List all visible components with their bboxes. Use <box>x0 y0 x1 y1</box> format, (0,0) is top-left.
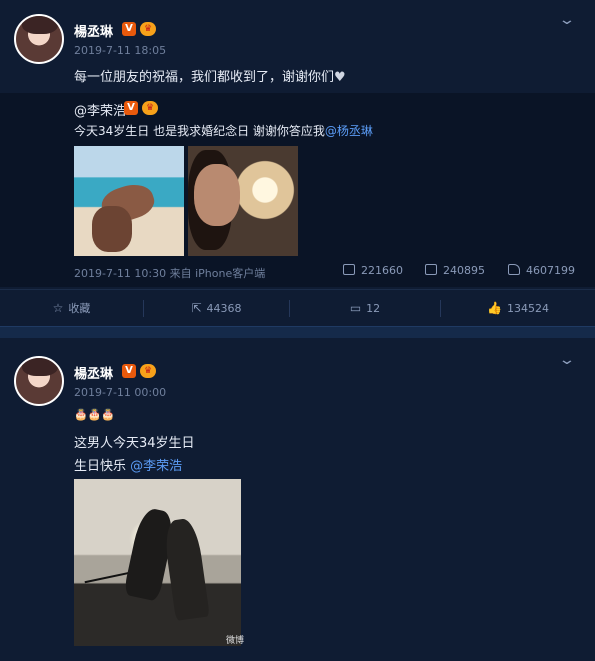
post-text-content: 生日快乐 <box>74 459 131 474</box>
comment-button[interactable]: ▭ 12 <box>290 290 440 327</box>
mention-link[interactable]: @李荣浩 <box>130 459 182 474</box>
vip-crown-icon: ♛ <box>140 364 156 378</box>
favorite-button[interactable]: ☆ 收藏 <box>0 290 143 327</box>
sunset-couple-image[interactable] <box>74 479 241 646</box>
like-button[interactable]: 👍 134524 <box>441 290 595 327</box>
quoted-author: @李荣浩 <box>74 100 126 119</box>
like-icon: 👍 <box>487 301 502 315</box>
post-text: 每一位朋友的祝福，我们都收到了，谢谢你们♥ <box>74 66 346 85</box>
post-actions-bar: ☆ 收藏 ⇱ 44368 ▭ 12 👍 134524 <box>0 289 595 326</box>
beach-hands-image[interactable] <box>74 146 184 256</box>
quoted-text-content: 今天34岁生日 也是我求婚纪念日 谢谢你答应我 <box>74 124 325 138</box>
post-time[interactable]: 2019-7-11 18:05 <box>74 44 166 57</box>
vip-crown-icon: ♛ <box>140 22 156 36</box>
quoted-text: 今天34岁生日 也是我求婚纪念日 谢谢你答应我@杨丞琳 <box>74 122 373 139</box>
post-time[interactable]: 2019-7-11 00:00 <box>74 386 166 399</box>
post-text-content: 每一位朋友的祝福，我们都收到了，谢谢你们 <box>74 70 335 85</box>
repost-icon: ⇱ <box>191 301 202 315</box>
weibo-post-1: 楊丞琳 V ♛ 2019-7-11 18:05 ⌄ 每一位朋友的祝福，我们都收到… <box>0 0 595 326</box>
quoted-meta: 2019-7-11 10:30 来自 iPhone客户端 <box>74 267 266 280</box>
avatar[interactable] <box>14 356 64 406</box>
quoted-author-link[interactable]: @李荣浩 <box>74 104 126 119</box>
comment-icon: ▭ <box>349 301 362 315</box>
repost-count: 44368 <box>206 302 242 315</box>
favorite-label: 收藏 <box>68 302 91 315</box>
quoted-reposts: 221660 <box>361 264 403 277</box>
verified-v-icon: V <box>122 364 136 378</box>
chevron-down-icon[interactable]: ⌄ <box>558 352 576 368</box>
couple-selfie-image[interactable] <box>188 146 298 256</box>
quoted-repost-count[interactable]: 221660 <box>343 264 403 277</box>
weibo-watermark: 微博 <box>226 636 245 646</box>
quoted-like-count[interactable]: 4607199 <box>508 264 575 277</box>
repost-icon <box>343 264 355 275</box>
comment-icon <box>425 264 437 275</box>
star-icon: ☆ <box>52 301 64 315</box>
repost-button[interactable]: ⇱ 44368 <box>144 290 289 327</box>
comment-count: 12 <box>366 302 381 315</box>
post-divider <box>0 326 595 338</box>
post-text-line: 这男人今天34岁生日 <box>74 436 195 451</box>
cake-emojis: 🎂🎂🎂 <box>74 408 116 421</box>
mention-link[interactable]: @杨丞琳 <box>325 124 373 138</box>
verified-v-icon: V <box>122 22 136 36</box>
like-icon <box>508 264 520 275</box>
quoted-likes: 4607199 <box>526 264 575 277</box>
quoted-comments: 240895 <box>443 264 485 277</box>
like-count: 134524 <box>506 302 549 315</box>
vip-crown-icon: ♛ <box>142 101 158 115</box>
username[interactable]: 楊丞琳 <box>74 363 113 382</box>
post-text-line: 生日快乐 @李荣浩 <box>74 455 182 474</box>
avatar[interactable] <box>14 14 64 64</box>
heart-icon: ♥ <box>334 70 346 85</box>
quoted-comment-count[interactable]: 240895 <box>425 264 485 277</box>
chevron-down-icon[interactable]: ⌄ <box>558 12 576 28</box>
username[interactable]: 楊丞琳 <box>74 21 113 40</box>
verified-v-icon: V <box>124 101 138 115</box>
